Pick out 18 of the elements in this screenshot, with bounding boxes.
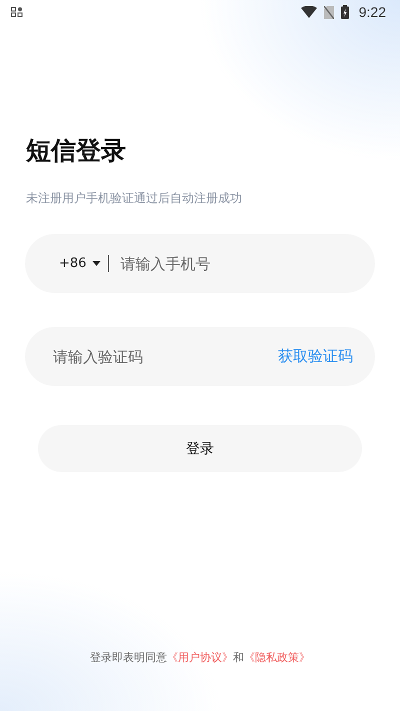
phone-field[interactable]: +86 请输入手机号 — [25, 234, 375, 293]
app-grid-icon — [11, 7, 23, 17]
code-field[interactable]: 请输入验证码 获取验证码 — [25, 327, 375, 386]
country-code-selector[interactable]: +86 — [59, 256, 102, 271]
login-button[interactable]: 登录 — [38, 425, 362, 472]
subtitle: 未注册用户手机验证通过后自动注册成功 — [26, 190, 243, 206]
battery-icon — [340, 5, 349, 19]
user-agreement-link[interactable]: 《用户协议》 — [167, 651, 233, 664]
status-time: 9:22 — [358, 4, 386, 20]
page-title: 短信登录 — [26, 135, 127, 167]
agreement-text: 登录即表明同意《用户协议》和《隐私政策》 — [89, 650, 311, 665]
caret-icon — [92, 261, 102, 266]
code-input[interactable]: 请输入验证码 — [53, 348, 278, 366]
wifi-icon — [300, 6, 317, 18]
no-sim-icon — [324, 6, 334, 18]
phone-input[interactable]: 请输入手机号 — [120, 254, 353, 272]
privacy-policy-link[interactable]: 《隐私政策》 — [244, 651, 310, 664]
get-code-link[interactable]: 获取验证码 — [278, 347, 353, 366]
